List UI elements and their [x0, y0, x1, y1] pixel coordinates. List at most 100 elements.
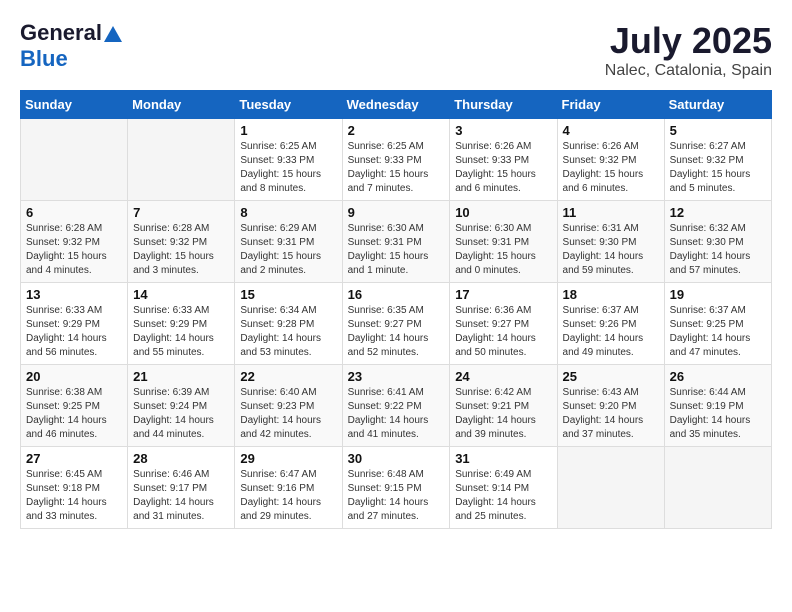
day-number: 12	[670, 205, 766, 220]
calendar-week-row: 20 Sunrise: 6:38 AM Sunset: 9:25 PM Dayli…	[21, 365, 772, 447]
day-number: 6	[26, 205, 122, 220]
calendar-cell: 30 Sunrise: 6:48 AM Sunset: 9:15 PM Dayli…	[342, 447, 450, 529]
weekday-header: Tuesday	[235, 91, 342, 119]
day-number: 3	[455, 123, 551, 138]
day-info: Sunrise: 6:47 AM Sunset: 9:16 PM Dayligh…	[240, 468, 336, 524]
day-number: 7	[133, 205, 229, 220]
day-info: Sunrise: 6:30 AM Sunset: 9:31 PM Dayligh…	[348, 222, 445, 278]
calendar-title: July 2025	[605, 20, 772, 62]
calendar-cell: 18 Sunrise: 6:37 AM Sunset: 9:26 PM Dayli…	[557, 283, 664, 365]
calendar-cell: 12 Sunrise: 6:32 AM Sunset: 9:30 PM Dayli…	[664, 201, 771, 283]
calendar-cell: 28 Sunrise: 6:46 AM Sunset: 9:17 PM Dayli…	[128, 447, 235, 529]
day-number: 13	[26, 287, 122, 302]
day-info: Sunrise: 6:32 AM Sunset: 9:30 PM Dayligh…	[670, 222, 766, 278]
day-number: 9	[348, 205, 445, 220]
day-info: Sunrise: 6:38 AM Sunset: 9:25 PM Dayligh…	[26, 386, 122, 442]
logo-triangle-icon	[104, 26, 122, 42]
day-number: 4	[563, 123, 659, 138]
logo: General Blue	[20, 20, 122, 72]
day-number: 29	[240, 451, 336, 466]
calendar-cell: 2Sunrise: 6:25 AM Sunset: 9:33 PM Daylig…	[342, 119, 450, 201]
day-info: Sunrise: 6:28 AM Sunset: 9:32 PM Dayligh…	[26, 222, 122, 278]
calendar-cell: 6 Sunrise: 6:28 AM Sunset: 9:32 PM Daylig…	[21, 201, 128, 283]
day-info: Sunrise: 6:25 AM Sunset: 9:33 PM Dayligh…	[240, 140, 336, 196]
day-info: Sunrise: 6:43 AM Sunset: 9:20 PM Dayligh…	[563, 386, 659, 442]
calendar-cell: 9 Sunrise: 6:30 AM Sunset: 9:31 PM Daylig…	[342, 201, 450, 283]
calendar-cell: 5Sunrise: 6:27 AM Sunset: 9:32 PM Daylig…	[664, 119, 771, 201]
day-info: Sunrise: 6:36 AM Sunset: 9:27 PM Dayligh…	[455, 304, 551, 360]
day-info: Sunrise: 6:41 AM Sunset: 9:22 PM Dayligh…	[348, 386, 445, 442]
day-info: Sunrise: 6:37 AM Sunset: 9:26 PM Dayligh…	[563, 304, 659, 360]
calendar-week-row: 27 Sunrise: 6:45 AM Sunset: 9:18 PM Dayli…	[21, 447, 772, 529]
calendar-week-row: 1 Sunrise: 6:25 AM Sunset: 9:33 PM Daylig…	[21, 119, 772, 201]
day-number: 21	[133, 369, 229, 384]
day-info: Sunrise: 6:45 AM Sunset: 9:18 PM Dayligh…	[26, 468, 122, 524]
calendar-cell: 24Sunrise: 6:42 AM Sunset: 9:21 PM Dayli…	[450, 365, 557, 447]
calendar-week-row: 6 Sunrise: 6:28 AM Sunset: 9:32 PM Daylig…	[21, 201, 772, 283]
day-number: 10	[455, 205, 551, 220]
day-info: Sunrise: 6:34 AM Sunset: 9:28 PM Dayligh…	[240, 304, 336, 360]
calendar-cell: 3 Sunrise: 6:26 AM Sunset: 9:33 PM Daylig…	[450, 119, 557, 201]
day-number: 31	[455, 451, 551, 466]
day-info: Sunrise: 6:33 AM Sunset: 9:29 PM Dayligh…	[26, 304, 122, 360]
calendar-cell: 14Sunrise: 6:33 AM Sunset: 9:29 PM Dayli…	[128, 283, 235, 365]
day-info: Sunrise: 6:35 AM Sunset: 9:27 PM Dayligh…	[348, 304, 445, 360]
day-info: Sunrise: 6:29 AM Sunset: 9:31 PM Dayligh…	[240, 222, 336, 278]
day-number: 30	[348, 451, 445, 466]
day-number: 22	[240, 369, 336, 384]
day-info: Sunrise: 6:27 AM Sunset: 9:32 PM Dayligh…	[670, 140, 766, 196]
calendar-cell	[21, 119, 128, 201]
weekday-header: Monday	[128, 91, 235, 119]
calendar-cell: 11Sunrise: 6:31 AM Sunset: 9:30 PM Dayli…	[557, 201, 664, 283]
calendar-cell: 10 Sunrise: 6:30 AM Sunset: 9:31 PM Dayli…	[450, 201, 557, 283]
day-number: 15	[240, 287, 336, 302]
day-info: Sunrise: 6:26 AM Sunset: 9:33 PM Dayligh…	[455, 140, 551, 196]
day-info: Sunrise: 6:49 AM Sunset: 9:14 PM Dayligh…	[455, 468, 551, 524]
calendar-cell: 19Sunrise: 6:37 AM Sunset: 9:25 PM Dayli…	[664, 283, 771, 365]
day-number: 20	[26, 369, 122, 384]
day-info: Sunrise: 6:40 AM Sunset: 9:23 PM Dayligh…	[240, 386, 336, 442]
day-number: 1	[240, 123, 336, 138]
calendar-cell: 25 Sunrise: 6:43 AM Sunset: 9:20 PM Dayli…	[557, 365, 664, 447]
day-info: Sunrise: 6:25 AM Sunset: 9:33 PM Dayligh…	[348, 140, 445, 196]
day-number: 26	[670, 369, 766, 384]
calendar-cell: 23 Sunrise: 6:41 AM Sunset: 9:22 PM Dayli…	[342, 365, 450, 447]
calendar-cell	[664, 447, 771, 529]
calendar-cell: 7 Sunrise: 6:28 AM Sunset: 9:32 PM Daylig…	[128, 201, 235, 283]
calendar-cell: 13 Sunrise: 6:33 AM Sunset: 9:29 PM Dayli…	[21, 283, 128, 365]
calendar-cell: 31 Sunrise: 6:49 AM Sunset: 9:14 PM Dayli…	[450, 447, 557, 529]
day-info: Sunrise: 6:30 AM Sunset: 9:31 PM Dayligh…	[455, 222, 551, 278]
day-number: 28	[133, 451, 229, 466]
calendar-cell: 17Sunrise: 6:36 AM Sunset: 9:27 PM Dayli…	[450, 283, 557, 365]
weekday-header: Saturday	[664, 91, 771, 119]
title-block: July 2025 Nalec, Catalonia, Spain	[605, 20, 772, 80]
logo-blue-text: Blue	[20, 46, 68, 71]
day-number: 23	[348, 369, 445, 384]
calendar-cell: 4Sunrise: 6:26 AM Sunset: 9:32 PM Daylig…	[557, 119, 664, 201]
logo-general-text: General	[20, 20, 102, 46]
calendar-cell: 26 Sunrise: 6:44 AM Sunset: 9:19 PM Dayli…	[664, 365, 771, 447]
day-number: 8	[240, 205, 336, 220]
calendar-cell: 1 Sunrise: 6:25 AM Sunset: 9:33 PM Daylig…	[235, 119, 342, 201]
day-number: 25	[563, 369, 659, 384]
calendar-cell: 27 Sunrise: 6:45 AM Sunset: 9:18 PM Dayli…	[21, 447, 128, 529]
weekday-header: Friday	[557, 91, 664, 119]
calendar-week-row: 13 Sunrise: 6:33 AM Sunset: 9:29 PM Dayli…	[21, 283, 772, 365]
calendar-cell: 29 Sunrise: 6:47 AM Sunset: 9:16 PM Dayli…	[235, 447, 342, 529]
day-info: Sunrise: 6:28 AM Sunset: 9:32 PM Dayligh…	[133, 222, 229, 278]
day-number: 18	[563, 287, 659, 302]
day-info: Sunrise: 6:42 AM Sunset: 9:21 PM Dayligh…	[455, 386, 551, 442]
day-info: Sunrise: 6:44 AM Sunset: 9:19 PM Dayligh…	[670, 386, 766, 442]
calendar-cell: 20 Sunrise: 6:38 AM Sunset: 9:25 PM Dayli…	[21, 365, 128, 447]
day-info: Sunrise: 6:48 AM Sunset: 9:15 PM Dayligh…	[348, 468, 445, 524]
calendar-cell: 15 Sunrise: 6:34 AM Sunset: 9:28 PM Dayli…	[235, 283, 342, 365]
day-info: Sunrise: 6:46 AM Sunset: 9:17 PM Dayligh…	[133, 468, 229, 524]
calendar-cell	[128, 119, 235, 201]
day-info: Sunrise: 6:33 AM Sunset: 9:29 PM Dayligh…	[133, 304, 229, 360]
weekday-header: Thursday	[450, 91, 557, 119]
calendar-table: SundayMondayTuesdayWednesdayThursdayFrid…	[20, 90, 772, 529]
day-number: 19	[670, 287, 766, 302]
calendar-cell: 21Sunrise: 6:39 AM Sunset: 9:24 PM Dayli…	[128, 365, 235, 447]
calendar-cell	[557, 447, 664, 529]
day-number: 27	[26, 451, 122, 466]
